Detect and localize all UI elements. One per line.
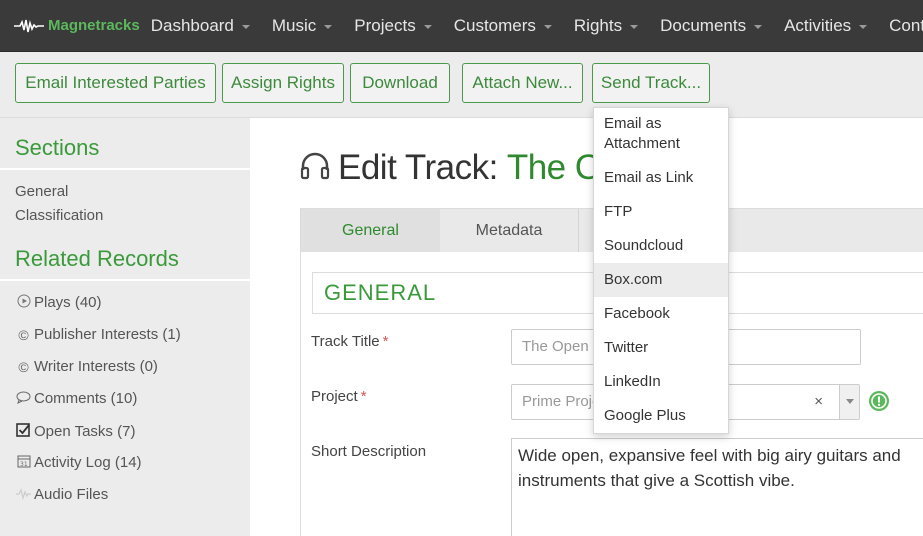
caret-down-icon — [754, 24, 763, 29]
menu-item-email-link[interactable]: Email as Link — [594, 168, 728, 188]
related-link-writer-interests[interactable]: © Writer Interests (0) — [15, 358, 158, 375]
waveform-icon — [14, 19, 44, 32]
related-link-label: Activity Log (14) — [34, 454, 142, 471]
nav-label: Dashboard — [150, 15, 234, 35]
brand[interactable]: Magnetracks — [0, 17, 140, 34]
nav-activities[interactable]: Activities — [773, 0, 878, 52]
menu-item-linkedin[interactable]: LinkedIn — [594, 372, 728, 392]
nav-label: Music — [271, 15, 317, 35]
short-description-label: Short Description — [311, 443, 427, 460]
menu-item-box[interactable]: Box.com — [594, 263, 728, 297]
divider — [0, 168, 250, 170]
checkbox-icon — [15, 422, 32, 440]
nav-label: Projects — [354, 15, 416, 35]
send-track-menu: Email as Attachment Email as Link FTP So… — [593, 107, 729, 434]
nav-label: Contr — [889, 15, 923, 35]
action-toolbar: Email Interested Parties Assign Rights D… — [0, 52, 923, 118]
field-label-text: Track Title — [311, 333, 380, 350]
related-link-label: Publisher Interests (1) — [34, 326, 181, 343]
project-label: Project * — [311, 388, 367, 405]
related-link-label: Audio Files — [34, 486, 109, 503]
assign-rights-button[interactable]: Assign Rights — [222, 63, 344, 103]
nav-contracts[interactable]: Contr — [878, 0, 923, 52]
menu-item-soundcloud[interactable]: Soundcloud — [594, 236, 728, 256]
download-button[interactable]: Download — [350, 63, 450, 103]
menu-item-email-attachment[interactable]: Email as Attachment — [594, 114, 728, 154]
menu-item-twitter[interactable]: Twitter — [594, 338, 728, 358]
required-marker: * — [382, 333, 389, 350]
menu-item-google-plus[interactable]: Google Plus — [594, 406, 728, 426]
nav-documents[interactable]: Documents — [649, 0, 773, 52]
section-link-classification[interactable]: Classification — [15, 207, 103, 224]
project-value: Prime Proje — [522, 393, 601, 410]
page-title: Edit Track: The Op — [300, 148, 621, 188]
calendar-icon: 31 — [15, 454, 32, 471]
nav-label: Customers — [453, 15, 536, 35]
chevron-down-icon[interactable] — [839, 385, 859, 419]
tab-general[interactable]: General — [301, 209, 440, 252]
comment-icon — [15, 391, 32, 407]
caret-down-icon — [543, 24, 552, 29]
nav-customers[interactable]: Customers — [443, 0, 563, 52]
caret-down-icon — [630, 24, 639, 29]
headphones-icon — [300, 152, 330, 185]
tab-metadata[interactable]: Metadata — [440, 209, 579, 252]
nav-projects[interactable]: Projects — [343, 0, 442, 52]
caret-down-icon — [859, 24, 868, 29]
nav-label: Rights — [573, 15, 623, 35]
related-link-activity-log[interactable]: 31 Activity Log (14) — [15, 454, 142, 471]
nav-rights[interactable]: Rights — [563, 0, 649, 52]
copyright-icon: © — [18, 326, 29, 343]
play-circle-icon — [15, 294, 32, 311]
field-label-text: Project — [311, 388, 358, 405]
sidebar: Sections General Classification Related … — [0, 118, 250, 536]
related-link-publisher-interests[interactable]: © Publisher Interests (1) — [15, 326, 181, 343]
track-title-label: Track Title * — [311, 333, 388, 350]
nav-label: Documents — [660, 15, 747, 35]
related-link-open-tasks[interactable]: Open Tasks (7) — [15, 422, 135, 440]
validation-ok-icon — [868, 390, 890, 417]
related-link-audio-files[interactable]: Audio Files — [15, 486, 108, 503]
caret-down-icon — [423, 24, 432, 29]
menu-item-ftp[interactable]: FTP — [594, 202, 728, 222]
required-marker: * — [360, 388, 367, 405]
clear-icon[interactable]: × — [814, 385, 823, 419]
top-navbar: Magnetracks Dashboard Music Projects Cus… — [0, 0, 923, 52]
brand-name: Magnetracks — [48, 17, 140, 34]
divider — [0, 279, 250, 281]
email-interested-parties-button[interactable]: Email Interested Parties — [15, 63, 216, 103]
send-track-button[interactable]: Send Track... — [592, 63, 710, 103]
copyright-icon: © — [18, 358, 29, 375]
main-content: Edit Track: The Op General Metadata GENE… — [250, 118, 923, 536]
related-link-comments[interactable]: Comments (10) — [15, 390, 137, 407]
related-link-label: Plays (40) — [34, 294, 102, 311]
related-link-label: Comments (10) — [34, 390, 138, 407]
related-link-label: Writer Interests (0) — [34, 358, 158, 375]
menu-item-facebook[interactable]: Facebook — [594, 304, 728, 324]
svg-text:31: 31 — [20, 461, 28, 468]
related-link-label: Open Tasks (7) — [34, 422, 136, 440]
section-link-general[interactable]: General — [15, 183, 68, 200]
sections-heading: Sections — [15, 135, 100, 160]
title-prefix: Edit Track: — [338, 148, 498, 187]
related-records-heading: Related Records — [15, 246, 179, 271]
nav-music[interactable]: Music — [261, 0, 343, 52]
nav-label: Activities — [784, 15, 852, 35]
attach-new-button[interactable]: Attach New... — [462, 63, 583, 103]
audio-icon — [15, 487, 32, 503]
short-description-textarea[interactable]: Wide open, expansive feel with big airy … — [511, 438, 923, 536]
nav-dashboard[interactable]: Dashboard — [140, 0, 261, 52]
caret-down-icon — [324, 24, 333, 29]
caret-down-icon — [241, 24, 250, 29]
related-link-plays[interactable]: Plays (40) — [15, 294, 102, 311]
